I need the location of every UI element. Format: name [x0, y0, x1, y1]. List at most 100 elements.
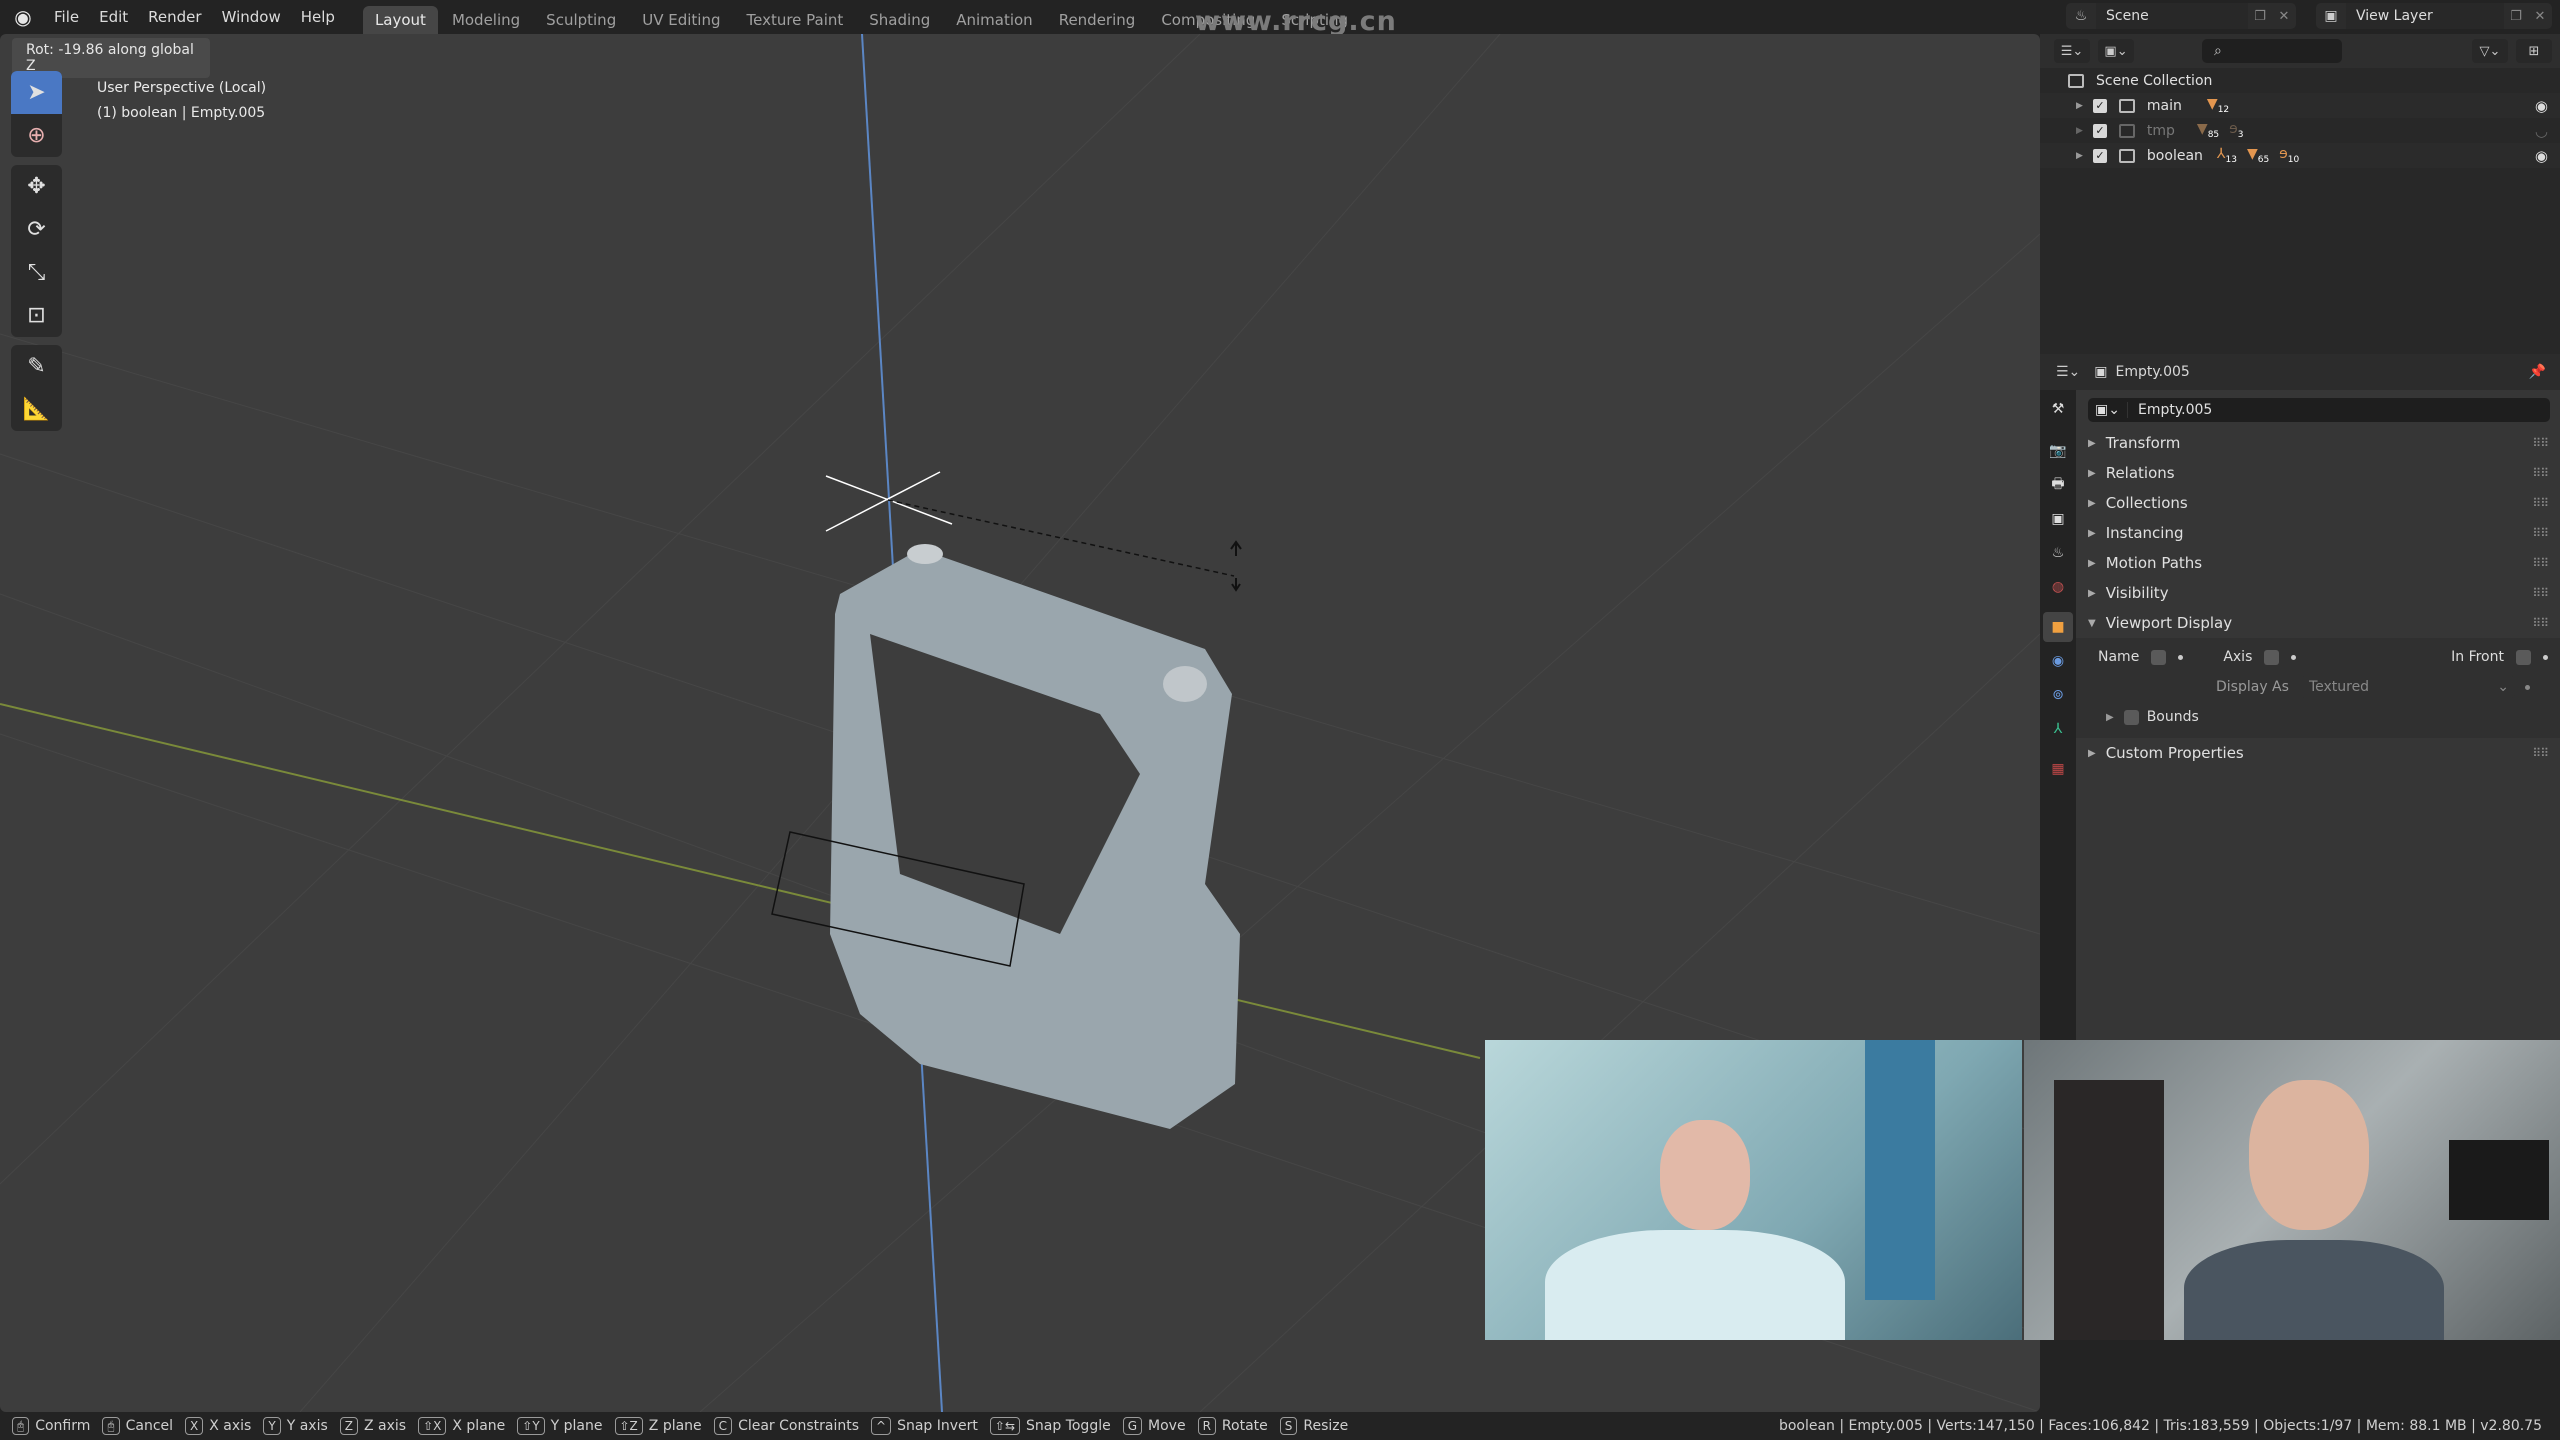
- panel-visibility[interactable]: ▶ Visibility ⠿⠿: [2076, 578, 2560, 608]
- panel-relations[interactable]: ▶ Relations ⠿⠿: [2076, 458, 2560, 488]
- hidden-eye-icon[interactable]: ◡: [2535, 122, 2548, 140]
- object-tab-icon[interactable]: ■: [2043, 612, 2073, 642]
- object-name-field[interactable]: ▣⌄ Empty.005: [2088, 398, 2550, 422]
- curve-badge-icon[interactable]: ɘ10: [2279, 146, 2299, 165]
- editor-type-icon[interactable]: ☰⌄: [2056, 364, 2080, 380]
- measure-tool-icon[interactable]: 📐: [11, 388, 62, 431]
- in-front-checkbox[interactable]: [2516, 649, 2531, 665]
- collection-name: main: [2146, 97, 2182, 114]
- panel-collections[interactable]: ▶ Collections ⠿⠿: [2076, 488, 2560, 518]
- outliner-search-input[interactable]: ⌕: [2202, 39, 2342, 63]
- mesh-badge-icon[interactable]: ▼85: [2197, 121, 2219, 140]
- bounds-row[interactable]: ▶ Bounds: [2076, 702, 2560, 732]
- collection-row-tmp[interactable]: ▶ ✓ tmp ▼85 ɘ3 ◡: [2040, 118, 2560, 143]
- hint-y-plane: Y plane: [550, 1418, 603, 1434]
- panel-custom-properties[interactable]: ▶ Custom Properties ⠿⠿: [2076, 738, 2560, 768]
- rotate-tool-icon[interactable]: ⟳: [11, 208, 62, 251]
- scene-collection-row[interactable]: Scene Collection: [2040, 68, 2560, 93]
- menu-edit[interactable]: Edit: [89, 0, 138, 34]
- empty-badge-icon[interactable]: ⅄13: [2217, 146, 2237, 165]
- active-object-label: (1) boolean | Empty.005: [97, 105, 266, 121]
- in-front-label: In Front: [2451, 649, 2504, 665]
- object-name-value[interactable]: Empty.005: [2128, 402, 2212, 418]
- menu-window[interactable]: Window: [212, 0, 291, 34]
- new-collection-icon[interactable]: ⊞: [2516, 39, 2552, 63]
- delete-view-layer-icon[interactable]: ✕: [2528, 9, 2552, 24]
- collection-row-main[interactable]: ▶ ✓ main ▼12 ◉: [2040, 93, 2560, 118]
- panel-instancing[interactable]: ▶ Instancing ⠿⠿: [2076, 518, 2560, 548]
- panel-transform[interactable]: ▶ Transform ⠿⠿: [2076, 428, 2560, 458]
- keyframe-dot-icon[interactable]: [2543, 654, 2548, 660]
- scene-tab-icon[interactable]: ♨: [2043, 538, 2073, 568]
- key-z: Z: [339, 1417, 358, 1435]
- select-box-tool-icon[interactable]: ➤: [11, 71, 62, 114]
- object-data-tab-icon[interactable]: ⅄: [2043, 714, 2073, 744]
- curve-badge-icon[interactable]: ɘ3: [2229, 121, 2243, 140]
- collection-icon: [2118, 148, 2135, 163]
- name-checkbox[interactable]: [2151, 649, 2167, 665]
- display-mode-icon[interactable]: ☰⌄: [2054, 39, 2090, 63]
- top-bar: ◉ File Edit Render Window Help Layout Mo…: [0, 0, 2560, 37]
- tool-tab-icon[interactable]: ⚒: [2043, 394, 2073, 424]
- scale-tool-icon[interactable]: ⤡: [11, 251, 62, 294]
- move-tool-icon[interactable]: ✥: [11, 165, 62, 208]
- filter-icon[interactable]: ▽⌄: [2472, 39, 2508, 63]
- hint-z-axis: Z axis: [364, 1418, 407, 1434]
- blender-logo-icon[interactable]: ◉: [8, 2, 38, 32]
- render-tab-icon[interactable]: 📷: [2043, 436, 2073, 466]
- physics-tab-icon[interactable]: ◉: [2043, 646, 2073, 676]
- tab-modeling[interactable]: Modeling: [440, 6, 532, 34]
- tab-layout[interactable]: Layout: [362, 6, 438, 34]
- axis-checkbox[interactable]: [2264, 649, 2280, 665]
- new-scene-icon[interactable]: ❐: [2248, 9, 2272, 24]
- key-shift-z: ⇧Z: [614, 1417, 643, 1435]
- collection-row-boolean[interactable]: ▶ ✓ boolean ⅄13 ▼65 ɘ10 ◉: [2040, 143, 2560, 168]
- pin-icon[interactable]: 📌: [2529, 364, 2546, 380]
- scene-name[interactable]: Scene: [2096, 3, 2248, 29]
- tab-rendering[interactable]: Rendering: [1047, 6, 1148, 34]
- view-layer-name[interactable]: View Layer: [2346, 3, 2504, 29]
- tab-animation[interactable]: Animation: [944, 6, 1044, 34]
- constraints-tab-icon[interactable]: ⊚: [2043, 680, 2073, 710]
- keyframe-dot-icon[interactable]: [2291, 654, 2297, 660]
- tab-shading[interactable]: Shading: [857, 6, 942, 34]
- exclude-checkbox[interactable]: ✓: [2092, 98, 2107, 113]
- menu-help[interactable]: Help: [291, 0, 345, 34]
- texture-tab-icon[interactable]: ▦: [2043, 754, 2073, 784]
- panel-viewport-display[interactable]: ▼ Viewport Display ⠿⠿: [2076, 608, 2560, 638]
- mesh-badge-icon[interactable]: ▼12: [2207, 96, 2229, 115]
- annotate-tool-icon[interactable]: ✎: [11, 345, 62, 388]
- expand-icon[interactable]: ▶: [2076, 126, 2083, 136]
- delete-scene-icon[interactable]: ✕: [2272, 9, 2296, 24]
- bounds-checkbox[interactable]: [2123, 709, 2139, 725]
- mesh-badge-icon[interactable]: ▼65: [2247, 146, 2269, 165]
- visibility-eye-icon[interactable]: ◉: [2535, 97, 2548, 115]
- cursor-tool-icon[interactable]: ⊕: [11, 114, 62, 157]
- output-tab-icon[interactable]: 🖶: [2043, 470, 2073, 500]
- tab-sculpting[interactable]: Sculpting: [534, 6, 628, 34]
- mouse-left-icon: 🖰: [12, 1417, 30, 1435]
- world-tab-icon[interactable]: ◍: [2043, 572, 2073, 602]
- expand-icon[interactable]: ▶: [2076, 101, 2083, 111]
- visibility-eye-icon[interactable]: ◉: [2535, 147, 2548, 165]
- scene-selector[interactable]: ♨ Scene ❐ ✕: [2066, 3, 2296, 29]
- display-as-dropdown[interactable]: Textured ⌄: [2300, 676, 2515, 698]
- expand-icon[interactable]: ▶: [2106, 712, 2114, 723]
- view-layer-selector[interactable]: ▣ View Layer ❐ ✕: [2316, 3, 2552, 29]
- exclude-checkbox[interactable]: ✓: [2092, 123, 2107, 138]
- object-type-icon[interactable]: ▣⌄: [2088, 402, 2128, 418]
- panel-motion-paths[interactable]: ▶ Motion Paths ⠿⠿: [2076, 548, 2560, 578]
- tab-uv-editing[interactable]: UV Editing: [630, 6, 732, 34]
- menu-render[interactable]: Render: [138, 0, 211, 34]
- transform-tool-icon[interactable]: ⊡: [11, 294, 62, 337]
- view-layer-filter-icon[interactable]: ▣⌄: [2098, 39, 2134, 63]
- menu-file[interactable]: File: [44, 0, 89, 34]
- tab-texture-paint[interactable]: Texture Paint: [734, 6, 855, 34]
- new-view-layer-icon[interactable]: ❐: [2504, 9, 2528, 24]
- keyframe-dot-icon[interactable]: [2524, 684, 2530, 690]
- keyframe-dot-icon[interactable]: [2178, 654, 2184, 660]
- exclude-checkbox[interactable]: ✓: [2092, 148, 2107, 163]
- key-y: Y: [263, 1417, 281, 1435]
- expand-icon[interactable]: ▶: [2076, 151, 2083, 161]
- view-layer-tab-icon[interactable]: ▣: [2043, 504, 2073, 534]
